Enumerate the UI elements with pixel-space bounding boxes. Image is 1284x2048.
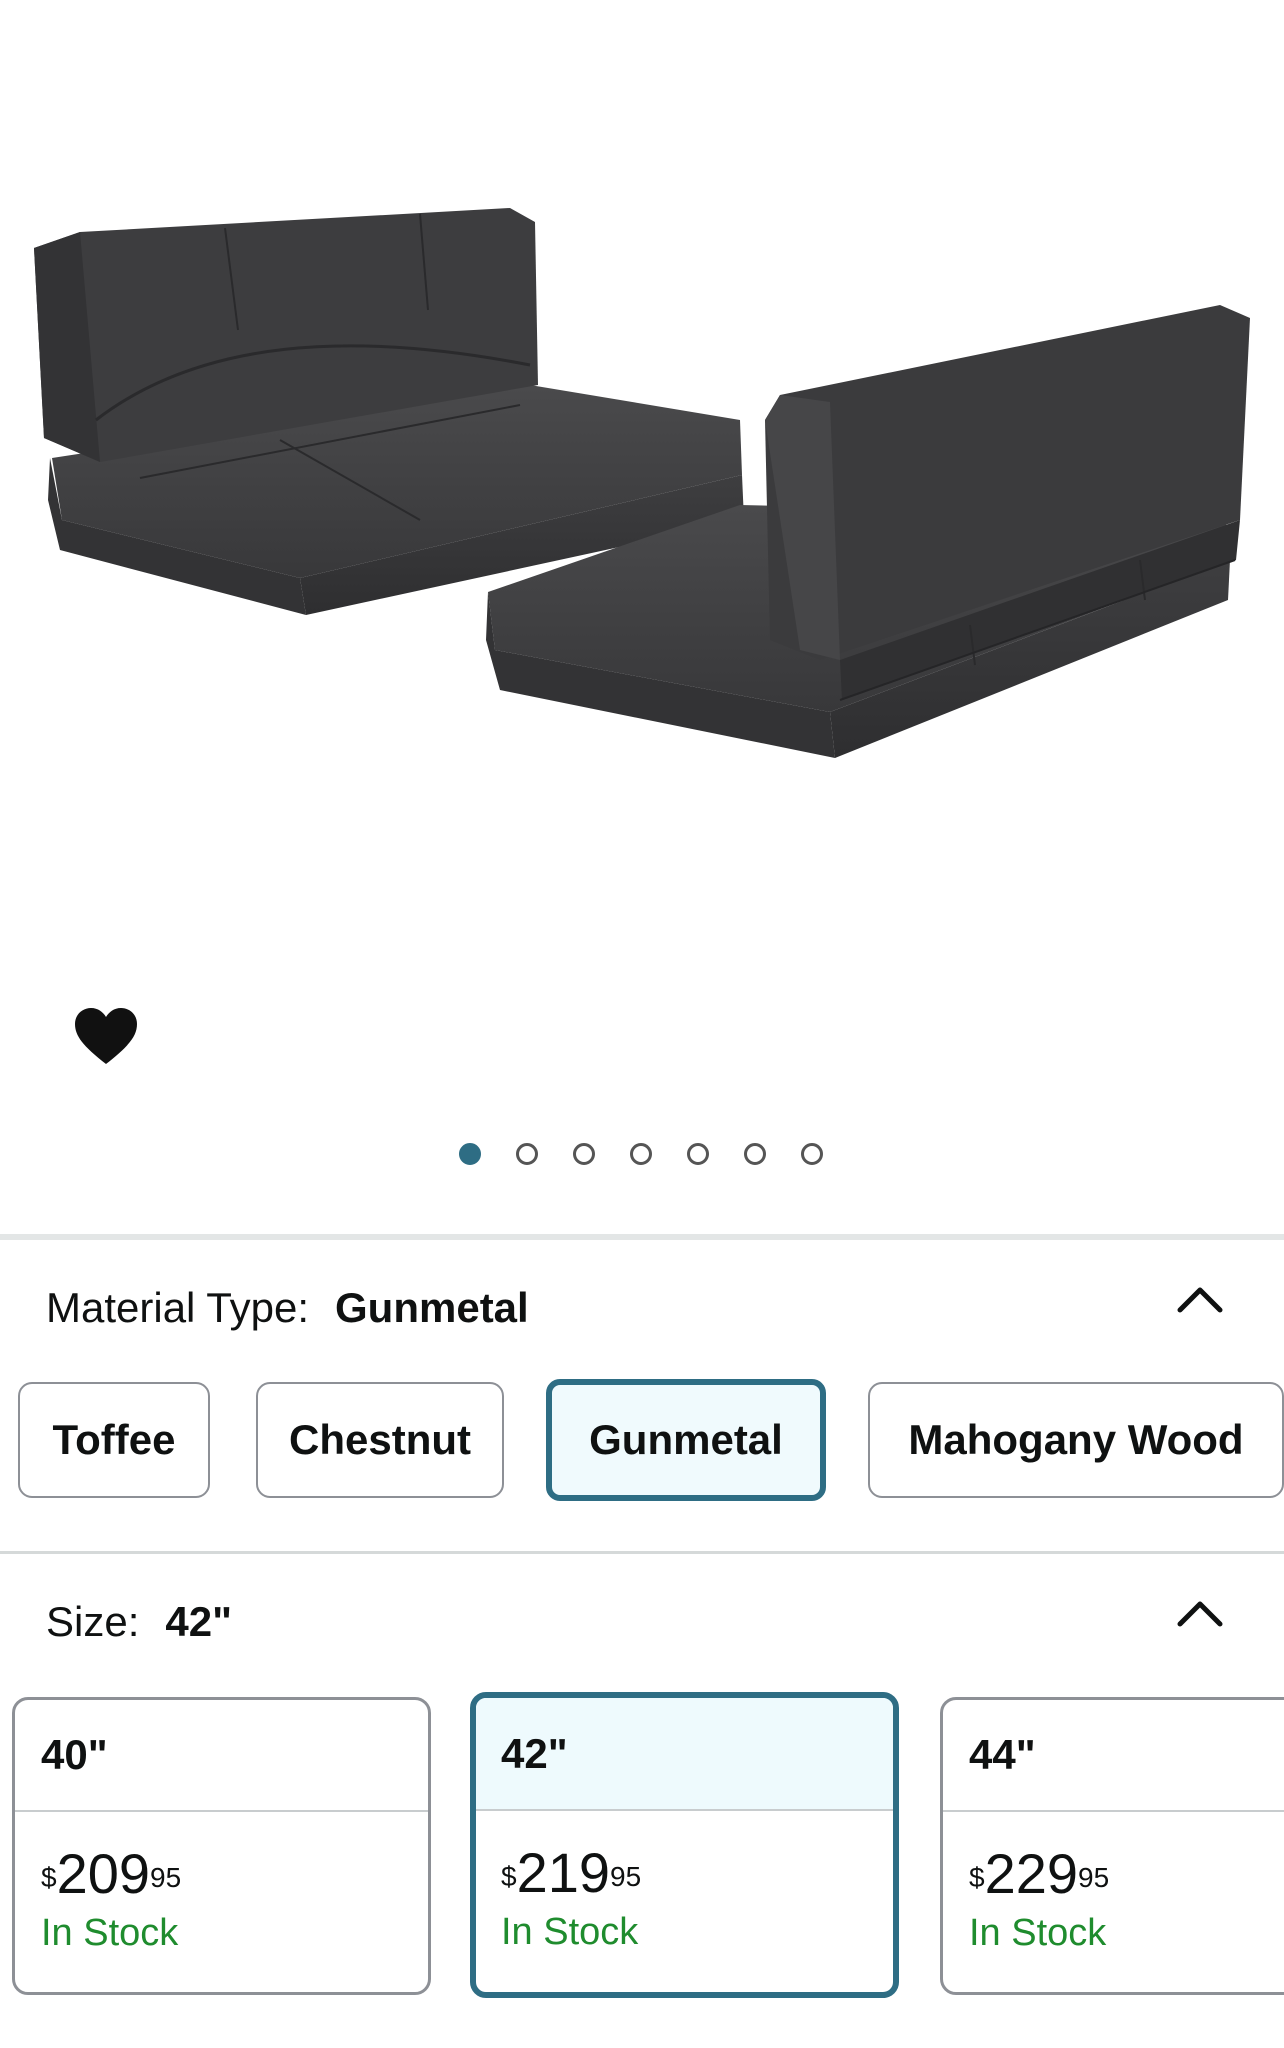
- price-currency: $: [41, 1862, 57, 1893]
- price-currency: $: [501, 1861, 517, 1892]
- price-cents: 95: [610, 1861, 642, 1892]
- page-dot-7[interactable]: [801, 1143, 823, 1165]
- section-divider: [0, 1551, 1284, 1554]
- size-option-44[interactable]: 44" $22995 In Stock: [940, 1697, 1284, 1995]
- material-option-chestnut[interactable]: Chestnut: [256, 1382, 504, 1498]
- material-type-header: Material Type: Gunmetal: [46, 1284, 529, 1332]
- size-option-label: 44": [943, 1700, 1284, 1812]
- page-dot-6[interactable]: [744, 1143, 766, 1165]
- size-option-price: $21995: [476, 1843, 893, 1903]
- page-dot-4[interactable]: [630, 1143, 652, 1165]
- size-header: Size: 42": [46, 1598, 232, 1646]
- size-option-price: $20995: [15, 1844, 428, 1904]
- material-option-toffee[interactable]: Toffee: [18, 1382, 210, 1498]
- price-cents: 95: [150, 1862, 182, 1893]
- stock-status: In Stock: [41, 1912, 179, 1954]
- product-gallery[interactable]: [0, 0, 1284, 1230]
- material-option-gunmetal[interactable]: Gunmetal: [546, 1379, 826, 1501]
- material-type-label: Material Type:: [46, 1284, 310, 1331]
- size-option-price: $22995: [943, 1844, 1284, 1904]
- page-dot-2[interactable]: [516, 1143, 538, 1165]
- section-divider: [0, 1234, 1284, 1240]
- stock-status: In Stock: [969, 1912, 1107, 1954]
- chevron-up-icon[interactable]: [1170, 1594, 1230, 1634]
- size-option-40[interactable]: 40" $20995 In Stock: [12, 1697, 431, 1995]
- page-dot-3[interactable]: [573, 1143, 595, 1165]
- price-whole: 209: [56, 1842, 151, 1905]
- size-option-42[interactable]: 42" $21995 In Stock: [470, 1692, 899, 1998]
- product-image[interactable]: [0, 0, 1284, 960]
- price-cents: 95: [1078, 1862, 1110, 1893]
- material-option-mahogany-wood[interactable]: Mahogany Wood: [868, 1382, 1284, 1498]
- heart-icon: [75, 1008, 137, 1064]
- size-option-label: 40": [15, 1700, 428, 1812]
- page-dot-1[interactable]: [459, 1143, 481, 1165]
- size-option-label: 42": [476, 1698, 893, 1811]
- page-dot-5[interactable]: [687, 1143, 709, 1165]
- size-label: Size:: [46, 1598, 140, 1645]
- price-whole: 219: [516, 1841, 611, 1904]
- favorite-button[interactable]: [66, 996, 146, 1076]
- size-value: 42": [165, 1598, 233, 1645]
- image-pagination[interactable]: [0, 1143, 1284, 1171]
- price-whole: 229: [984, 1842, 1079, 1905]
- material-type-value: Gunmetal: [335, 1284, 529, 1331]
- chevron-up-icon[interactable]: [1170, 1280, 1230, 1320]
- price-currency: $: [969, 1862, 985, 1893]
- stock-status: In Stock: [501, 1911, 639, 1953]
